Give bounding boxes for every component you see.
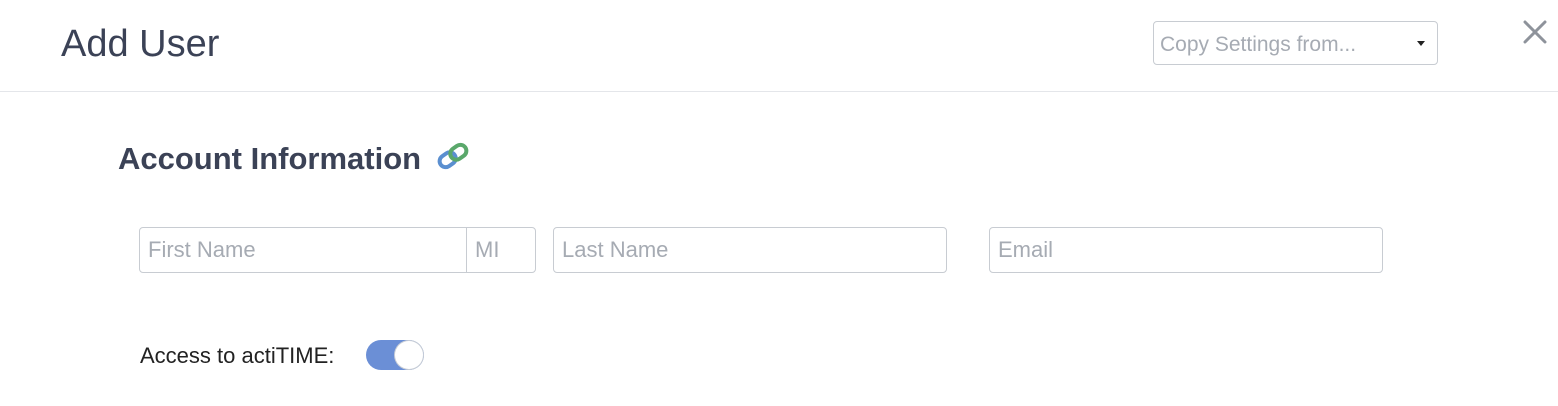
section-title-account-information: Account Information [118, 141, 422, 176]
access-label: Access to actiTIME: [140, 343, 335, 368]
copy-settings-select[interactable]: Copy Settings from... [1153, 21, 1438, 65]
copy-settings-placeholder: Copy Settings from... [1160, 33, 1357, 56]
close-icon [1523, 20, 1547, 44]
caret-down-icon [1417, 41, 1425, 46]
dialog-title: Add User [61, 23, 220, 65]
email-field [989, 227, 1383, 273]
access-toggle[interactable] [366, 340, 424, 370]
email-input[interactable] [990, 228, 1382, 272]
add-user-dialog: Add User Copy Settings from... Account I… [0, 0, 1558, 406]
middle-initial-input[interactable] [467, 228, 535, 272]
dialog-header: Add User Copy Settings from... [0, 0, 1558, 92]
close-button[interactable] [1521, 18, 1549, 46]
last-name-input[interactable] [554, 228, 946, 272]
toggle-knob [395, 341, 423, 369]
last-name-field [553, 227, 947, 273]
link-button[interactable] [435, 140, 471, 172]
name-field-group [139, 227, 536, 273]
first-name-input[interactable] [140, 228, 466, 272]
link-icon [437, 142, 469, 170]
